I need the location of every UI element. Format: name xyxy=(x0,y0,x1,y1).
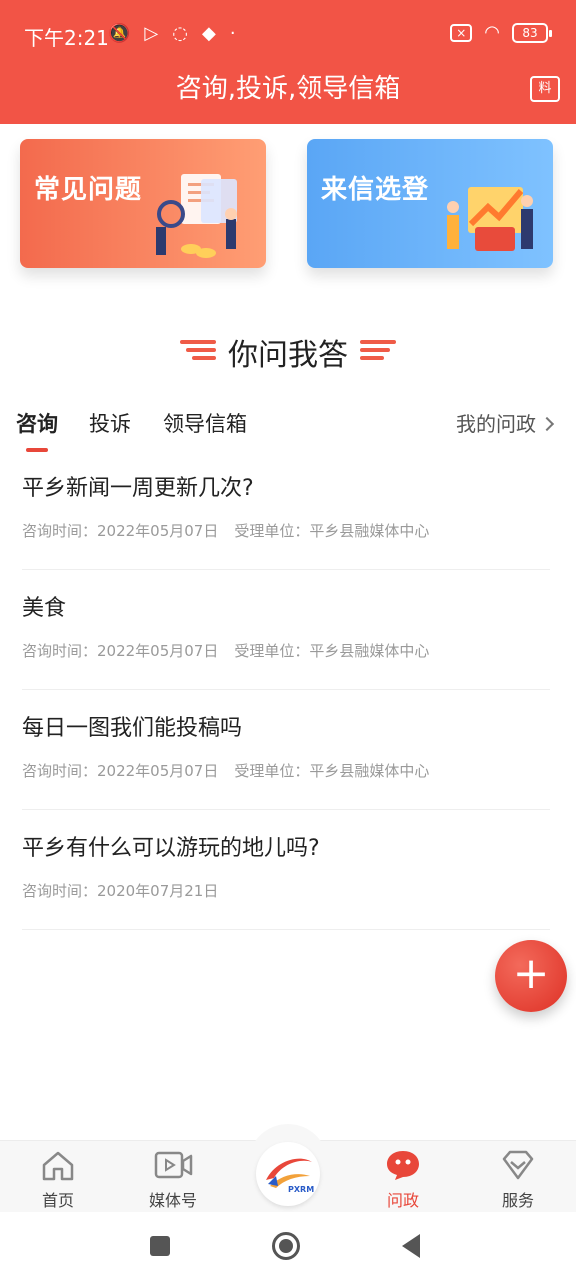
nav-home-label: 首页 xyxy=(41,1191,74,1210)
app-icon: ◆ xyxy=(201,23,216,44)
system-nav-bar xyxy=(0,1212,576,1280)
home-circle-icon[interactable] xyxy=(272,1232,300,1260)
page-title: 咨询,投诉,领导信箱 xyxy=(175,74,401,104)
play-icon: ▷ xyxy=(144,23,159,44)
faq-card[interactable]: 常见问题 xyxy=(20,139,266,268)
question-time: 咨询时间：2022年05月07日 xyxy=(22,522,219,540)
letters-card-title: 来信选登 xyxy=(321,175,430,205)
question-time: 咨询时间：2020年07月21日 xyxy=(22,882,219,900)
faq-illustration-icon xyxy=(156,174,237,258)
letters-illustration-icon xyxy=(447,187,533,251)
tab-leader-mailbox[interactable]: 领导信箱 xyxy=(163,406,247,442)
status-notification-icons: 🔕 ▷ ◌ ◆ · xyxy=(108,22,236,46)
location-icon: ◌ xyxy=(172,23,188,44)
list-item[interactable]: 平乡新闻一周更新几次? 咨询时间：2022年05月07日 受理单位：平乡县融媒体… xyxy=(22,450,550,570)
wifi-icon: ◠ xyxy=(484,22,500,43)
question-unit: 受理单位：平乡县融媒体中心 xyxy=(234,642,430,660)
dot-icon: · xyxy=(229,23,236,44)
add-question-button[interactable]: + xyxy=(495,940,567,1012)
question-unit: 受理单位：平乡县融媒体中心 xyxy=(234,522,430,540)
my-inquiries-label: 我的问政 xyxy=(456,412,536,436)
chat-bubble-icon xyxy=(387,1151,419,1180)
recent-apps-icon[interactable] xyxy=(150,1236,170,1256)
nav-center-button[interactable]: PXRM xyxy=(248,1124,328,1206)
status-bar: 下午2:21 🔕 ▷ ◌ ◆ · × ◠ 83 xyxy=(0,0,576,68)
question-meta: 咨询时间：2022年05月07日 受理单位：平乡县融媒体中心 xyxy=(22,640,429,661)
section-title: 你问我答 xyxy=(228,338,348,373)
diamond-icon xyxy=(502,1150,534,1180)
list-item[interactable]: 平乡有什么可以游玩的地儿吗? 咨询时间：2020年07月21日 xyxy=(22,810,550,930)
nav-services[interactable]: 服务 xyxy=(472,1141,564,1213)
title-decoration-right xyxy=(360,340,400,362)
tab-complaint[interactable]: 投诉 xyxy=(89,406,131,442)
question-meta: 咨询时间：2022年05月07日 受理单位：平乡县融媒体中心 xyxy=(22,760,429,781)
question-meta: 咨询时间：2022年05月07日 受理单位：平乡县融媒体中心 xyxy=(22,520,429,541)
status-system-icons: × ◠ 83 xyxy=(450,22,552,43)
question-title: 美食 xyxy=(22,596,67,621)
nav-services-label: 服务 xyxy=(501,1191,534,1210)
video-icon xyxy=(154,1151,193,1179)
my-inquiries-link[interactable]: 我的问政 xyxy=(456,406,555,442)
nav-inquiry-label: 问政 xyxy=(386,1191,419,1210)
chevron-right-icon xyxy=(539,416,555,432)
nav-media-label: 媒体号 xyxy=(148,1191,197,1210)
tab-consult[interactable]: 咨询 xyxy=(16,406,58,442)
letters-card[interactable]: 来信选登 xyxy=(307,139,553,268)
faq-card-title: 常见问题 xyxy=(34,175,143,205)
question-time: 咨询时间：2022年05月07日 xyxy=(22,642,219,660)
question-title: 平乡有什么可以游玩的地儿吗? xyxy=(22,836,320,861)
question-time: 咨询时间：2022年05月07日 xyxy=(22,762,219,780)
mute-icon: 🔕 xyxy=(108,23,131,44)
nav-inquiry[interactable]: 问政 xyxy=(357,1141,449,1213)
list-item[interactable]: 每日一图我们能投稿吗 咨询时间：2022年05月07日 受理单位：平乡县融媒体中… xyxy=(22,690,550,810)
home-icon xyxy=(42,1151,74,1181)
nav-media[interactable]: 媒体号 xyxy=(127,1141,219,1213)
svg-text:PXRM: PXRM xyxy=(288,1185,314,1194)
battery-icon: 83 xyxy=(512,22,552,43)
back-icon[interactable] xyxy=(402,1234,420,1258)
no-sim-icon: × xyxy=(450,23,473,42)
question-unit: 受理单位：平乡县融媒体中心 xyxy=(234,762,430,780)
category-tabs: 咨询 投诉 领导信箱 我的问政 xyxy=(0,406,576,452)
nav-home[interactable]: 首页 xyxy=(12,1141,104,1213)
top-bar: 下午2:21 🔕 ▷ ◌ ◆ · × ◠ 83 咨询,投诉,领导信箱 料 xyxy=(0,0,576,124)
report-button[interactable]: 料 xyxy=(530,76,560,102)
app-screen: 下午2:21 🔕 ▷ ◌ ◆ · × ◠ 83 咨询,投诉,领导信箱 料 常见问… xyxy=(0,0,576,1280)
status-time: 下午2:21 xyxy=(24,26,109,50)
pxrm-logo-icon: PXRM xyxy=(256,1142,320,1206)
question-title: 每日一图我们能投稿吗 xyxy=(22,716,243,741)
list-item[interactable]: 美食 咨询时间：2022年05月07日 受理单位：平乡县融媒体中心 xyxy=(22,570,550,690)
question-meta: 咨询时间：2020年07月21日 xyxy=(22,880,218,901)
question-list: 平乡新闻一周更新几次? 咨询时间：2022年05月07日 受理单位：平乡县融媒体… xyxy=(22,450,550,930)
question-title: 平乡新闻一周更新几次? xyxy=(22,476,254,501)
